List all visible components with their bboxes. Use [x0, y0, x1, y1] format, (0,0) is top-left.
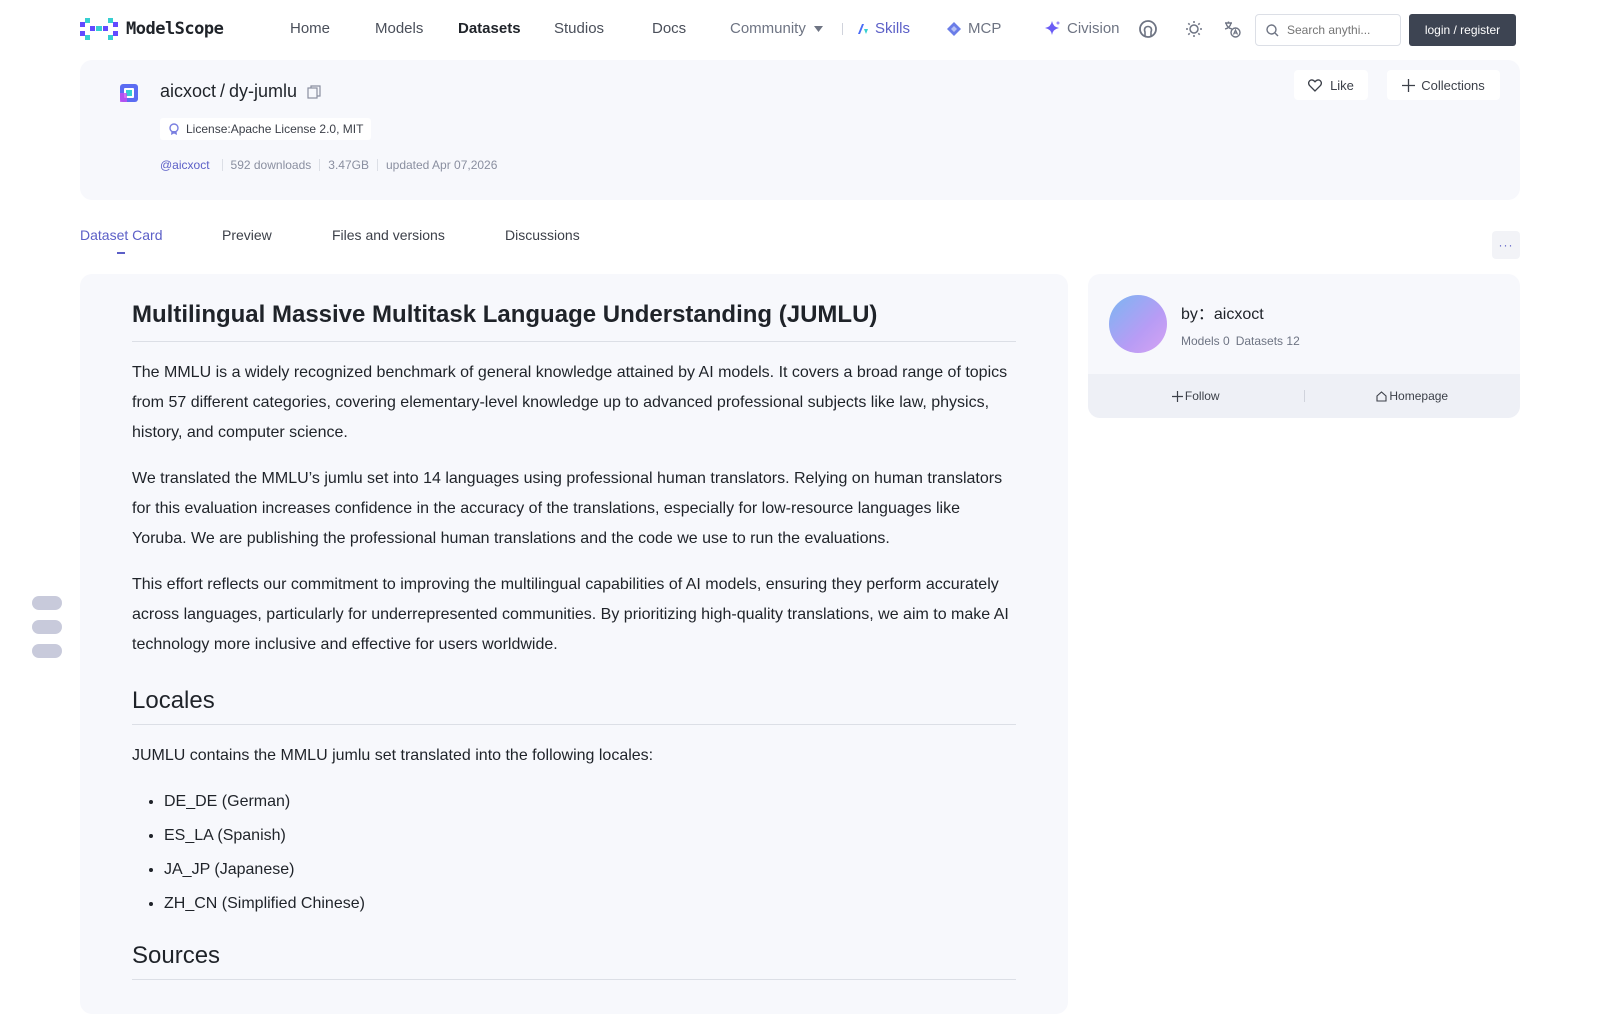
collections-label: Collections — [1421, 77, 1485, 93]
nav-datasets[interactable]: Datasets — [458, 20, 521, 37]
modelscope-logo-icon — [80, 18, 118, 40]
sparkle-icon — [1045, 21, 1060, 35]
brand-name: ModelScope — [126, 19, 224, 39]
search-input[interactable] — [1287, 23, 1387, 37]
language-icon[interactable] — [1222, 19, 1242, 39]
meta-divider — [376, 159, 378, 171]
copy-icon[interactable] — [307, 84, 321, 99]
dataset-card-content: Multilingual Massive Multitask Language … — [80, 274, 1068, 1014]
nav-civision[interactable]: Civision — [1044, 20, 1120, 37]
list-item: DE_DE (German) — [164, 785, 1016, 819]
title-separator: / — [220, 81, 226, 101]
tab-files-and-versions[interactable]: Files and versions — [332, 227, 445, 243]
locales-list: DE_DE (German) ES_LA (Spanish) JA_JP (Ja… — [132, 785, 1016, 921]
list-item: ZH_CN (Simplified Chinese) — [164, 887, 1016, 921]
readme-paragraph: This effort reflects our commitment to i… — [132, 576, 1009, 653]
dataset-header-card: aicxoct / dy-jumlu License:Apache Licens… — [80, 60, 1520, 200]
github-icon[interactable] — [1138, 19, 1158, 39]
author-datasets-count[interactable]: Datasets 12 — [1236, 334, 1300, 348]
readme-paragraph: The MMLU is a widely recognized benchmar… — [132, 364, 1008, 441]
homepage-label: Homepage — [1389, 389, 1449, 403]
updated-date: updated Apr 07,2026 — [385, 158, 498, 172]
heart-icon — [1308, 78, 1323, 92]
dataset-icon — [120, 84, 138, 102]
author-link[interactable]: @aicxoct — [160, 158, 210, 172]
dataset-meta: @aicxoct 592 downloads 3.47GB updated Ap… — [160, 158, 497, 172]
license-badge[interactable]: License:Apache License 2.0, MIT — [160, 118, 372, 140]
author-actions: Follow Homepage — [1088, 374, 1520, 418]
license-icon — [169, 123, 179, 135]
homepage-button[interactable]: Homepage — [1305, 389, 1521, 403]
readme-title: Multilingual Massive Multitask Language … — [132, 300, 1016, 342]
nav-models[interactable]: Models — [375, 20, 423, 37]
author-by-line: by：aicxoct — [1181, 300, 1264, 324]
author-card: by：aicxoct Models 0 Datasets 12 Follow H… — [1088, 274, 1520, 418]
theme-toggle-icon[interactable] — [1184, 19, 1204, 39]
nav-community-label: Community — [730, 20, 806, 37]
locales-intro: JUMLU contains the MMLU jumlu set transl… — [132, 747, 654, 764]
plus-icon — [1402, 78, 1416, 92]
meta-divider — [221, 159, 223, 171]
tab-preview[interactable]: Preview — [222, 227, 272, 243]
list-item: ES_LA (Spanish) — [164, 819, 1016, 853]
list-item: JA_JP (Japanese) — [164, 853, 1016, 887]
caret-down-icon — [813, 25, 823, 32]
nav-studios[interactable]: Studios — [554, 20, 604, 37]
nav-divider — [842, 23, 843, 35]
nav-home[interactable]: Home — [290, 20, 330, 37]
like-label: Like — [1330, 77, 1354, 93]
top-navigation: ModelScope Home Models Datasets Studios … — [0, 0, 1600, 58]
nav-mcp[interactable]: MCP — [946, 20, 1001, 37]
dataset-size: 3.47GB — [328, 158, 369, 172]
license-text: License:Apache License 2.0, MIT — [186, 122, 364, 136]
nav-skills-label: Skills — [875, 20, 911, 37]
locales-heading: Locales — [132, 686, 1016, 725]
brand-logo[interactable]: ModelScope — [80, 18, 224, 40]
sources-heading: Sources — [132, 941, 1016, 980]
toc-bar — [32, 644, 62, 658]
dataset-owner[interactable]: aicxoct — [160, 81, 216, 102]
nav-skills[interactable]: Skills — [856, 20, 910, 37]
nav-civision-label: Civision — [1067, 20, 1120, 37]
dataset-name: dy-jumlu — [229, 81, 298, 101]
home-icon — [1376, 390, 1387, 402]
readme-paragraph: We translated the MMLU’s jumlu set into … — [132, 470, 1003, 547]
by-prefix: by： — [1181, 306, 1214, 323]
nav-mcp-label: MCP — [968, 20, 1002, 37]
toc-bar — [32, 596, 62, 610]
tab-discussions[interactable]: Discussions — [505, 227, 580, 243]
search-icon — [1266, 23, 1279, 36]
tab-dataset-card[interactable]: Dataset Card — [80, 227, 162, 243]
author-name[interactable]: aicxoct — [1214, 306, 1264, 323]
like-button[interactable]: Like — [1294, 70, 1368, 100]
dataset-title: aicxoct / dy-jumlu — [160, 81, 321, 102]
download-count: 592 downloads — [230, 158, 312, 172]
active-tab-indicator — [117, 252, 125, 254]
plus-icon — [1171, 390, 1183, 402]
skills-icon — [858, 23, 868, 34]
more-options-button[interactable]: ··· — [1492, 231, 1520, 259]
follow-label: Follow — [1184, 389, 1220, 403]
author-models-count[interactable]: Models 0 — [1181, 334, 1230, 348]
search-box[interactable] — [1255, 14, 1401, 46]
author-stats: Models 0 Datasets 12 — [1181, 334, 1300, 348]
mcp-icon — [947, 21, 961, 36]
collections-button[interactable]: Collections — [1387, 70, 1500, 100]
toc-toggle-handle[interactable] — [32, 596, 62, 658]
nav-community[interactable]: Community — [730, 20, 823, 37]
avatar[interactable] — [1109, 295, 1167, 353]
markdown-body: Multilingual Massive Multitask Language … — [132, 300, 1016, 980]
meta-divider — [319, 159, 321, 171]
login-register-button[interactable]: login / register — [1409, 14, 1516, 46]
nav-docs[interactable]: Docs — [652, 20, 686, 37]
toc-bar — [32, 620, 62, 634]
follow-button[interactable]: Follow — [1088, 389, 1304, 403]
